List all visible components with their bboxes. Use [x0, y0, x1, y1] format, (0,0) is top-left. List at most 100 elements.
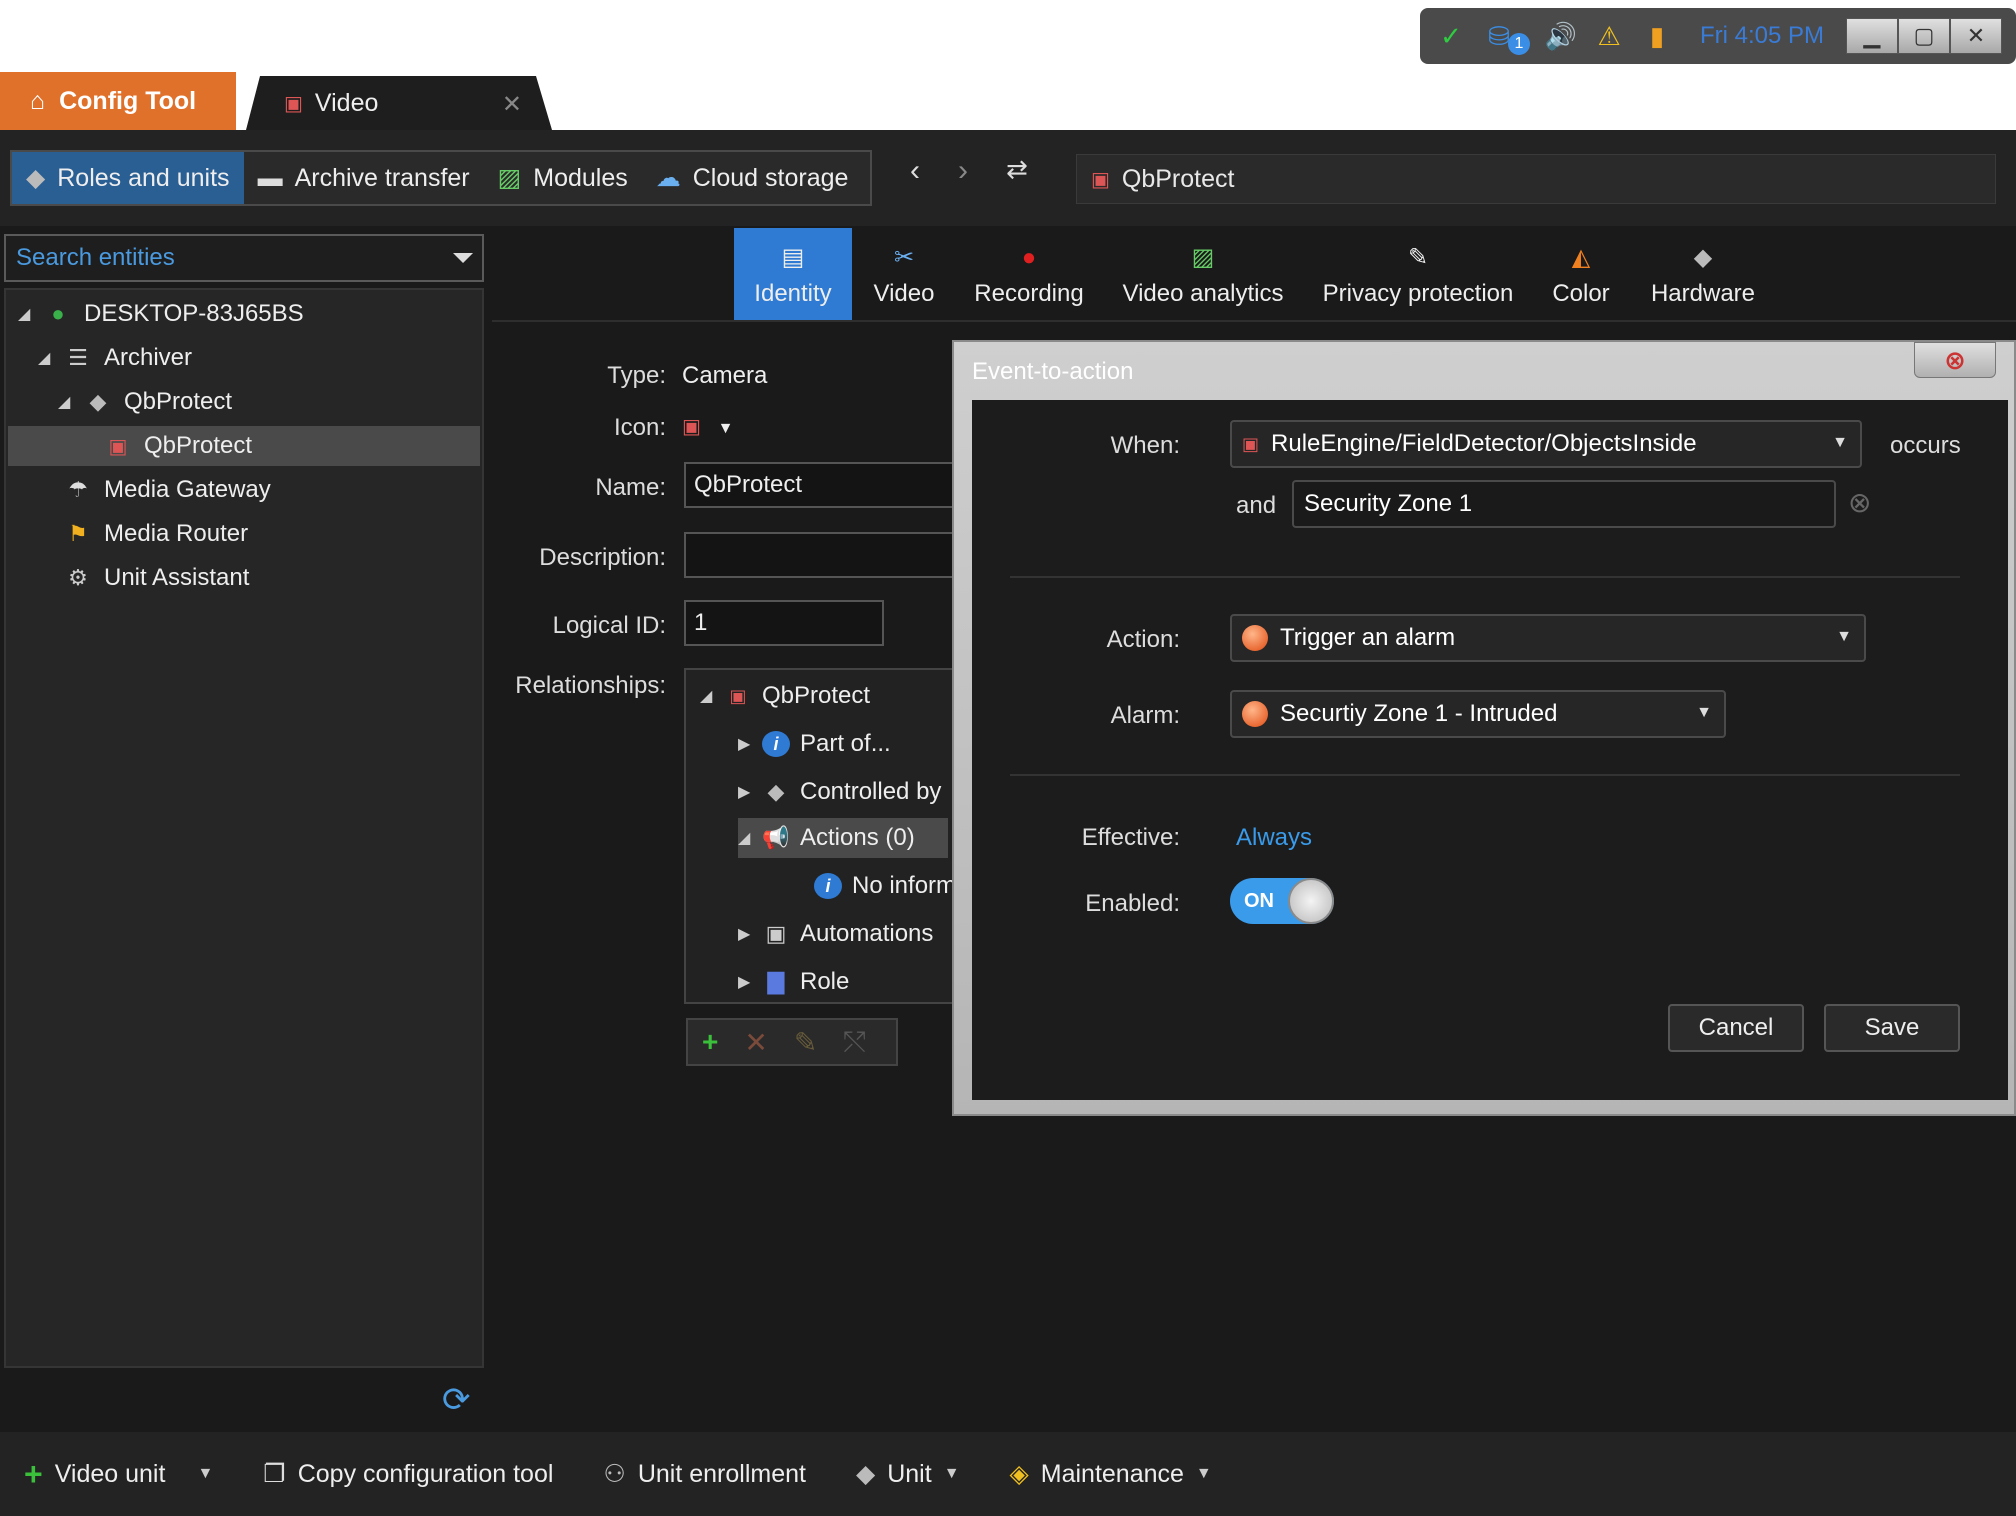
- close-icon[interactable]: ⊗: [1914, 342, 1996, 378]
- maintenance-menu-button[interactable]: ◈ Maintenance ▼: [1010, 1459, 1212, 1489]
- tab-label: Video: [873, 280, 935, 307]
- collapse-arrow-icon[interactable]: ◢: [700, 686, 714, 706]
- collapse-arrow-icon[interactable]: ◢: [38, 348, 52, 368]
- chevron-down-icon: ▼: [1836, 628, 1852, 645]
- archive-transfer-icon: ▬: [257, 163, 283, 192]
- close-tab-icon[interactable]: ✕: [502, 90, 522, 119]
- unit-menu-button[interactable]: ◆ Unit ▼: [856, 1459, 960, 1489]
- tab-hardware[interactable]: ◆ Hardware: [1648, 228, 1758, 320]
- name-input[interactable]: QbProtect: [684, 462, 954, 508]
- nav-modules[interactable]: ▨ Modules: [484, 152, 642, 204]
- icon-picker[interactable]: ▣ ▼: [682, 412, 733, 440]
- forward-icon[interactable]: ›: [958, 154, 968, 188]
- unit-enrollment-button[interactable]: ⚇ Unit enrollment: [603, 1459, 806, 1489]
- search-input[interactable]: Search entities ⏷: [4, 234, 484, 282]
- add-icon[interactable]: +: [702, 1026, 718, 1058]
- tree-item-unit-assistant[interactable]: ⚙ Unit Assistant: [64, 558, 249, 598]
- when-value: RuleEngine/FieldDetector/ObjectsInside: [1271, 430, 1697, 457]
- tree-label: Archiver: [104, 344, 193, 371]
- expand-arrow-icon[interactable]: ▶: [738, 924, 752, 944]
- tab-video-settings[interactable]: ✂ Video: [862, 228, 946, 320]
- tab-color[interactable]: ◭ Color: [1546, 228, 1616, 320]
- search-placeholder: Search entities: [16, 244, 175, 271]
- tree-item-qbprotect-camera[interactable]: ▣ QbProtect: [8, 426, 480, 466]
- check-circle-icon[interactable]: ✓: [1434, 19, 1468, 53]
- nav-cloud-storage[interactable]: ☁ Cloud storage: [642, 152, 863, 204]
- alarm-select[interactable]: Securtiy Zone 1 - Intruded ▼: [1230, 690, 1726, 738]
- server-icon: ☰: [68, 345, 88, 370]
- rel-label: Role: [800, 968, 850, 995]
- link-icon[interactable]: ⤲: [843, 1026, 865, 1059]
- rel-item-controlled-by[interactable]: ▶ ◆ Controlled by: [738, 772, 941, 812]
- logical-id-input[interactable]: 1: [684, 600, 884, 646]
- rel-item-actions[interactable]: ◢ 📢 Actions (0): [738, 818, 948, 858]
- save-button[interactable]: Save: [1824, 1004, 1960, 1052]
- delete-icon[interactable]: ✕: [744, 1026, 767, 1059]
- tree-item-media-gateway[interactable]: ☂ Media Gateway: [64, 470, 271, 510]
- tab-video[interactable]: ▣ Video ✕: [246, 76, 552, 130]
- breadcrumb-label: QbProtect: [1121, 164, 1235, 193]
- clock[interactable]: Fri 4:05 PM: [1700, 22, 1824, 50]
- rel-item-role[interactable]: ▶ ▇ Role: [738, 962, 849, 1002]
- tree-item-media-router[interactable]: ⚑ Media Router: [64, 514, 248, 554]
- video-unit-button[interactable]: + Video unit ▼: [24, 1456, 213, 1493]
- add-icon: +: [24, 1455, 43, 1492]
- back-icon[interactable]: ‹: [910, 154, 920, 188]
- clear-icon[interactable]: ⊗: [1848, 486, 1871, 519]
- collapse-arrow-icon[interactable]: ◢: [18, 304, 32, 324]
- description-input[interactable]: [684, 532, 954, 578]
- close-window-button[interactable]: ✕: [1950, 18, 2002, 54]
- camera-icon: ▣: [682, 416, 701, 438]
- rel-item-automations[interactable]: ▶ ▣ Automations: [738, 914, 933, 954]
- rel-item-qbprotect[interactable]: ◢ ▣ QbProtect: [700, 676, 870, 716]
- hardware-icon: ◆: [1693, 244, 1713, 271]
- breadcrumb: ▣ QbProtect: [1076, 154, 1996, 204]
- description-label: Description:: [539, 544, 666, 571]
- volume-icon[interactable]: 🔊: [1544, 19, 1578, 53]
- chevron-down-icon[interactable]: ▼: [197, 1465, 213, 1483]
- button-label: Copy configuration tool: [297, 1459, 554, 1488]
- nav-roles-and-units[interactable]: ◆ Roles and units: [12, 152, 244, 204]
- enabled-toggle[interactable]: ON: [1230, 878, 1334, 924]
- nav-archive-transfer[interactable]: ▬ Archive transfer: [244, 152, 484, 204]
- tab-recording[interactable]: ● Recording: [966, 228, 1092, 320]
- nav-label: Cloud storage: [692, 163, 849, 192]
- tree-label: QbProtect: [124, 388, 233, 415]
- tree-label: QbProtect: [144, 432, 253, 459]
- tab-identity[interactable]: ▤ Identity: [734, 228, 852, 320]
- history-icon[interactable]: ⇄: [1006, 154, 1028, 188]
- when-label: When:: [1110, 432, 1180, 459]
- minimize-button[interactable]: ▁: [1846, 18, 1898, 54]
- collapse-arrow-icon[interactable]: ◢: [58, 392, 72, 412]
- signal-icon: ▮: [1649, 20, 1665, 51]
- rel-label: Actions (0): [800, 824, 915, 851]
- effective-link[interactable]: Always: [1236, 824, 1312, 852]
- refresh-icon[interactable]: ⟳: [442, 1380, 471, 1420]
- tab-label: Identity: [754, 280, 832, 307]
- tree-item-desktop[interactable]: ◢ ● DESKTOP-83J65BS: [18, 294, 304, 334]
- tree-item-archiver[interactable]: ◢ ☰ Archiver: [38, 338, 192, 378]
- expand-arrow-icon[interactable]: ▶: [738, 734, 752, 754]
- when-select[interactable]: ▣ RuleEngine/FieldDetector/ObjectsInside…: [1230, 420, 1862, 468]
- rel-item-part-of[interactable]: ▶ i Part of...: [738, 724, 891, 764]
- nav-label: Archive transfer: [294, 163, 470, 192]
- tree-item-qbprotect-unit[interactable]: ◢ ◆ QbProtect: [58, 382, 232, 422]
- save-label: Save: [1864, 1014, 1920, 1041]
- maximize-button[interactable]: ▢: [1898, 18, 1950, 54]
- router-icon: ⚑: [68, 521, 88, 546]
- warning-icon[interactable]: ⚠: [1592, 19, 1626, 53]
- copy-configuration-button[interactable]: ❐ Copy configuration tool: [263, 1459, 553, 1489]
- analytics-icon: ▨: [1191, 244, 1215, 271]
- tab-config-tool[interactable]: ⌂ Config Tool: [0, 72, 236, 130]
- expand-arrow-icon[interactable]: ▶: [738, 972, 752, 992]
- tab-video-analytics[interactable]: ▨ Video analytics: [1118, 228, 1288, 320]
- tab-privacy-protection[interactable]: ✎ Privacy protection: [1318, 228, 1518, 320]
- action-select[interactable]: Trigger an alarm ▼: [1230, 614, 1866, 662]
- collapse-arrow-icon[interactable]: ◢: [738, 828, 752, 848]
- and-input[interactable]: Security Zone 1: [1292, 480, 1836, 528]
- expand-arrow-icon[interactable]: ▶: [738, 782, 752, 802]
- cancel-button[interactable]: Cancel: [1668, 1004, 1804, 1052]
- filter-icon[interactable]: ⏷: [452, 242, 474, 275]
- divider: [1010, 576, 1960, 578]
- edit-icon[interactable]: ✎: [794, 1026, 817, 1059]
